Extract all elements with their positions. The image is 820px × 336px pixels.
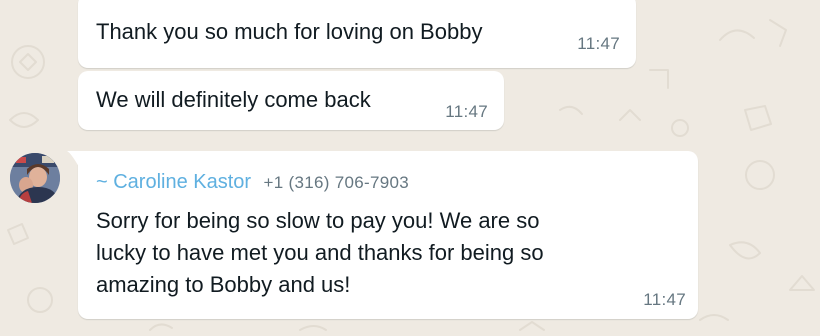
message-bubble[interactable]: Thank you so much for loving on Bobby 11…: [78, 0, 636, 68]
message-text: Thank you so much for loving on Bobby: [96, 19, 483, 44]
message-bubble[interactable]: ~ Caroline Kastor +1 (316) 706-7903 Sorr…: [67, 151, 698, 319]
message-text: We will definitely come back: [96, 87, 371, 112]
sender-phone: +1 (316) 706-7903: [263, 173, 409, 192]
sender-row: ~ Caroline Kastor +1 (316) 706-7903: [96, 171, 409, 194]
message-timestamp: 11:47: [643, 290, 686, 309]
message-bubble[interactable]: We will definitely come back 11:47: [78, 71, 504, 130]
sender-name[interactable]: ~ Caroline Kastor: [96, 171, 251, 193]
bubble-tail: [67, 151, 79, 167]
message-line: amazing to Bobby and us!: [96, 272, 351, 297]
message-text: Sorry for being so slow to pay you! We a…: [96, 205, 656, 301]
contact-avatar[interactable]: [10, 153, 60, 203]
message-line: lucky to have met you and thanks for bei…: [96, 240, 544, 265]
message-line: Sorry for being so slow to pay you! We a…: [96, 208, 540, 233]
message-timestamp: 11:47: [445, 102, 488, 121]
message-timestamp: 11:47: [577, 34, 620, 53]
